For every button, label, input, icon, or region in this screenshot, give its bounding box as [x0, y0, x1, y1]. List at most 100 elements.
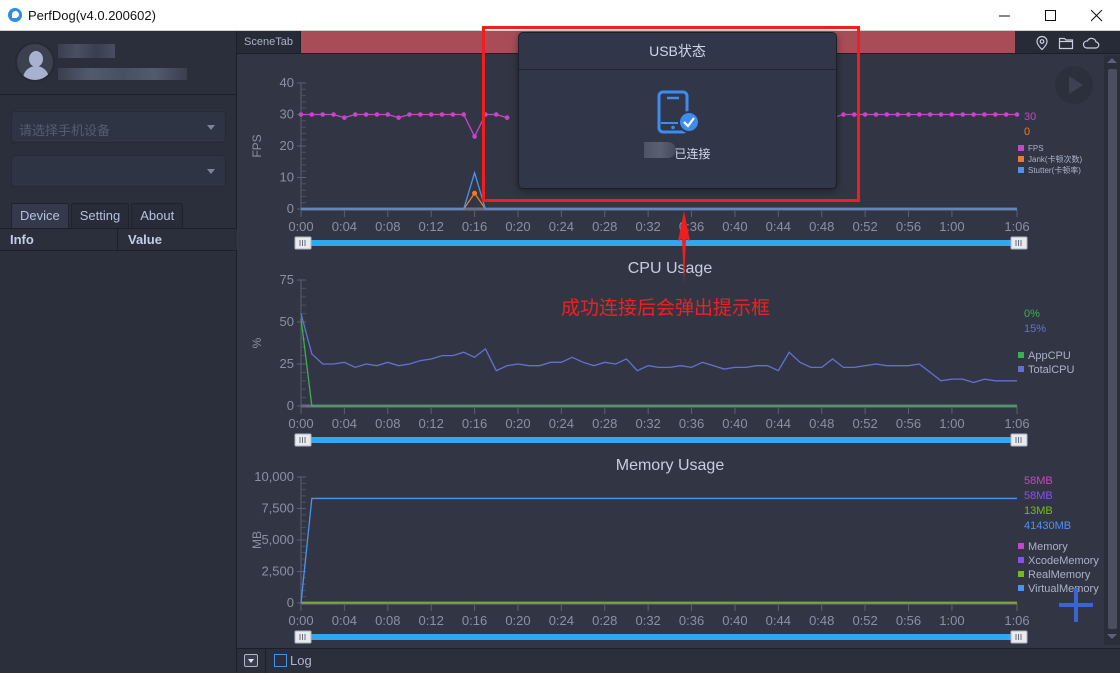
column-divider[interactable] [117, 229, 118, 251]
y-tick-label: 0 [287, 595, 294, 610]
data-point [385, 112, 391, 117]
scroll-up-icon[interactable] [1107, 58, 1117, 63]
series-line-virtualmemory [300, 497, 1017, 604]
current-value: 0% [1024, 308, 1040, 320]
scroll-thumb[interactable] [1108, 69, 1117, 629]
x-tick-label: 0:48 [809, 416, 834, 431]
minimize-button[interactable] [982, 0, 1028, 31]
x-tick-label: 0:16 [462, 416, 487, 431]
y-tick-label: 7,500 [261, 501, 294, 516]
tab-device[interactable]: Device [11, 203, 69, 228]
data-point [895, 112, 900, 117]
x-tick-label: 1:00 [939, 613, 964, 628]
log-checkbox[interactable] [274, 654, 287, 667]
device-select[interactable]: 请选择手机设备 [11, 111, 226, 143]
close-button[interactable] [1074, 0, 1120, 31]
tab-setting[interactable]: Setting [70, 203, 130, 228]
data-point [363, 112, 369, 117]
legend-swatch [1018, 557, 1024, 563]
column-header-value[interactable]: Value [128, 232, 162, 247]
x-tick-label: 0:32 [635, 219, 660, 234]
y-tick-label: 0 [287, 201, 294, 216]
x-tick-label: 0:00 [288, 219, 313, 234]
sidebar: 请选择手机设备 Device Setting About Info Value [0, 31, 237, 672]
y-tick-label: 20 [280, 138, 294, 153]
x-tick-label: 0:28 [592, 416, 617, 431]
x-tick-label: 1:06 [1004, 613, 1029, 628]
data-point [439, 112, 445, 117]
user-body-icon [23, 66, 49, 80]
legend-label: FPS [1028, 144, 1044, 153]
window-title: PerfDog(v4.0.200602) [28, 8, 156, 23]
data-point [331, 112, 336, 117]
chevron-down-icon [207, 169, 215, 174]
data-point [971, 112, 976, 117]
expand-log-button[interactable] [244, 654, 258, 667]
legend-label: Memory [1028, 541, 1068, 553]
x-tick-label: 0:40 [722, 416, 747, 431]
current-value: 41430MB [1024, 520, 1071, 532]
data-point [884, 112, 890, 117]
data-point [461, 112, 467, 117]
data-point [352, 112, 358, 117]
tab-about[interactable]: About [131, 203, 184, 228]
y-tick-label: 50 [280, 314, 294, 329]
vertical-scrollbar[interactable] [1104, 55, 1120, 645]
y-tick-label: 25 [280, 356, 294, 371]
data-point [407, 112, 412, 117]
current-value: 0 [1024, 126, 1030, 138]
data-point [917, 112, 922, 117]
data-point [873, 112, 879, 117]
x-tick-label: 0:24 [549, 613, 574, 628]
legend-swatch [1018, 352, 1024, 358]
x-tick-label: 0:24 [549, 416, 574, 431]
main-panel: SceneTab FPS 0 10 20 30 40 0:00 0:04 0:08 0:12 0:1… [237, 26, 1120, 673]
x-tick-label: 1:06 [1004, 416, 1029, 431]
x-tick-label: 0:44 [766, 613, 791, 628]
x-tick-label: 0:00 [288, 613, 313, 628]
x-tick-label: 0:20 [505, 416, 530, 431]
legend-swatch [1018, 571, 1024, 577]
column-header-info[interactable]: Info [10, 232, 34, 247]
x-tick-label: 0:20 [505, 219, 530, 234]
maximize-button[interactable] [1028, 0, 1074, 31]
log-label[interactable]: Log [290, 653, 312, 668]
data-point [862, 112, 868, 117]
x-tick-label: 0:12 [419, 613, 444, 628]
x-tick-label: 0:20 [505, 613, 530, 628]
x-tick-label: 0:16 [462, 613, 487, 628]
series-line-totalcpu [300, 313, 1017, 384]
current-value: 15% [1024, 323, 1046, 335]
user-head-icon [29, 51, 43, 67]
x-tick-label: 0:36 [679, 416, 704, 431]
y-tick-label: 2,500 [261, 564, 294, 579]
account-blurred [58, 68, 187, 80]
legend-swatch [1018, 167, 1024, 173]
scroll-down-icon[interactable] [1107, 634, 1117, 639]
avatar[interactable] [15, 42, 55, 82]
legend-swatch [1018, 145, 1024, 151]
y-tick-label: 30 [280, 107, 294, 122]
x-tick-label: 1:00 [939, 416, 964, 431]
x-tick-label: 0:56 [896, 416, 921, 431]
x-tick-label: 0:00 [288, 416, 313, 431]
y-tick-label: 40 [280, 75, 294, 90]
x-tick-label: 0:04 [332, 219, 357, 234]
x-tick-label: 0:08 [375, 219, 400, 234]
x-tick-label: 0:36 [679, 613, 704, 628]
username-blurred [58, 44, 115, 58]
y-tick-label: 5,000 [261, 532, 294, 547]
maximize-icon [1045, 9, 1056, 21]
data-point [938, 112, 944, 117]
x-tick-label: 0:56 [896, 613, 921, 628]
divider [265, 649, 266, 673]
legend-label: TotalCPU [1028, 364, 1075, 376]
range-slider-track [301, 240, 1023, 246]
data-point [298, 112, 304, 117]
range-slider-track [301, 634, 1023, 640]
add-chart-button[interactable] [1059, 588, 1093, 622]
current-value: 30 [1024, 111, 1036, 123]
app-select[interactable] [11, 155, 226, 187]
y-tick-label: 10,000 [254, 469, 294, 484]
data-point [927, 112, 933, 117]
